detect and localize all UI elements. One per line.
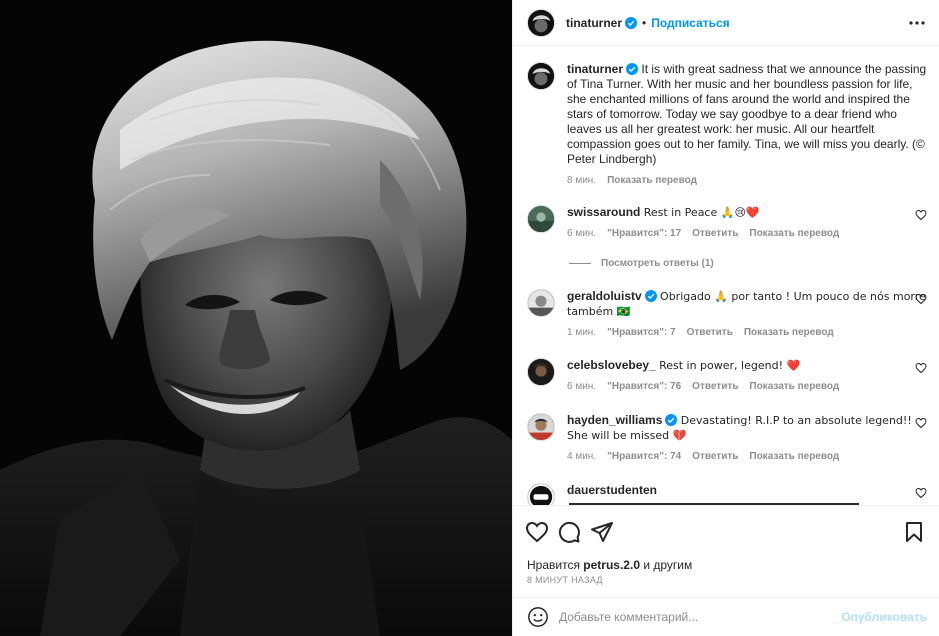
commenter-avatar[interactable] bbox=[527, 205, 555, 233]
comment-body: Rest in power, legend! ❤️ bbox=[659, 359, 801, 372]
commenter-username[interactable]: geraldoluistv bbox=[567, 289, 642, 303]
comment-input[interactable] bbox=[559, 610, 819, 624]
post-header: tinaturner • Подписаться bbox=[513, 0, 939, 46]
translate-link[interactable]: Показать перевод bbox=[744, 327, 834, 338]
comment-likes[interactable]: "Нравится": 7 bbox=[607, 327, 676, 338]
comment-row: celebslovebey_ Rest in power, legend! ❤️… bbox=[527, 358, 927, 392]
comment-likes[interactable]: "Нравится": 17 bbox=[607, 228, 681, 239]
emoji-icon[interactable] bbox=[527, 606, 549, 628]
comment-time[interactable]: 1 мин. bbox=[567, 327, 596, 338]
translate-link[interactable]: Показать перевод bbox=[749, 451, 839, 462]
commenter-username[interactable]: hayden_williams bbox=[567, 413, 662, 427]
post-actions: Нравится petrus.2.0 и другим 8 МИНУТ НАЗ… bbox=[513, 505, 939, 597]
add-comment-bar: Опубликовать bbox=[513, 597, 939, 636]
caption-row: tinaturner It is with great sadness that… bbox=[527, 62, 927, 186]
commenter-username[interactable]: dauerstudenten bbox=[567, 483, 657, 497]
comment-likes[interactable]: "Нравится": 76 bbox=[607, 381, 681, 392]
caption-translate-link[interactable]: Показать перевод bbox=[607, 175, 697, 186]
heart-icon[interactable] bbox=[915, 293, 927, 305]
likes-prefix: Нравится bbox=[527, 558, 580, 572]
heart-icon[interactable] bbox=[915, 209, 927, 221]
caption-username[interactable]: tinaturner bbox=[567, 62, 623, 76]
comment-text: swissaround Rest in Peace 🙏😢❤️ bbox=[567, 205, 927, 220]
heart-icon[interactable] bbox=[915, 417, 927, 429]
heart-icon[interactable] bbox=[525, 520, 549, 544]
verified-icon bbox=[644, 290, 657, 302]
translate-link[interactable]: Показать перевод bbox=[749, 381, 839, 392]
commenter-avatar[interactable] bbox=[527, 483, 555, 505]
bookmark-icon[interactable] bbox=[902, 520, 926, 544]
author-username[interactable]: tinaturner bbox=[566, 16, 622, 30]
more-icon[interactable] bbox=[908, 14, 926, 32]
verified-icon bbox=[665, 414, 678, 426]
reply-button[interactable]: Ответить bbox=[687, 327, 733, 338]
likes-suffix[interactable]: и другим bbox=[643, 558, 692, 572]
verified-icon bbox=[626, 63, 639, 75]
publish-button[interactable]: Опубликовать bbox=[841, 610, 927, 624]
share-icon[interactable] bbox=[590, 520, 614, 544]
likes-user[interactable]: petrus.2.0 bbox=[583, 558, 640, 572]
reply-button[interactable]: Ответить bbox=[692, 381, 738, 392]
comment-time[interactable]: 6 мин. bbox=[567, 381, 596, 392]
reply-button[interactable]: Ответить bbox=[692, 451, 738, 462]
view-replies-label: Посмотреть ответы (1) bbox=[601, 258, 714, 269]
comment-row: dauerstudenten bbox=[527, 483, 927, 505]
comment-time[interactable]: 6 мин. bbox=[567, 228, 596, 239]
comment-icon[interactable] bbox=[557, 520, 581, 544]
comment-meta: 4 мин. "Нравится": 74 Ответить Показать … bbox=[567, 451, 927, 462]
replies-divider bbox=[569, 263, 591, 264]
comment-meta: 6 мин. "Нравится": 76 Ответить Показать … bbox=[567, 381, 927, 392]
comment-meta: 1 мин. "Нравится": 7 Ответить Показать п… bbox=[567, 327, 927, 338]
follow-button[interactable]: Подписаться bbox=[651, 16, 729, 30]
post-time[interactable]: 8 МИНУТ НАЗАД bbox=[527, 575, 603, 585]
commenter-avatar[interactable] bbox=[527, 289, 555, 317]
heart-icon[interactable] bbox=[915, 362, 927, 374]
comment-text: hayden_williams Devastating! R.I.P to an… bbox=[567, 413, 927, 443]
comment-text: geraldoluistv Obrigado 🙏 por tanto ! Um … bbox=[567, 289, 927, 319]
caption-text: tinaturner It is with great sadness that… bbox=[567, 62, 927, 167]
likes-summary[interactable]: Нравится petrus.2.0 и другим bbox=[527, 558, 692, 572]
comment-meta: 6 мин. "Нравится": 17 Ответить Показать … bbox=[567, 228, 927, 239]
comment-text: celebslovebey_ Rest in power, legend! ❤️ bbox=[567, 358, 927, 373]
commenter-username[interactable]: celebslovebey_ bbox=[567, 358, 656, 372]
commenter-avatar[interactable] bbox=[527, 358, 555, 386]
author-avatar[interactable] bbox=[527, 8, 555, 37]
comment-row: hayden_williams Devastating! R.I.P to an… bbox=[527, 413, 927, 462]
verified-icon bbox=[625, 16, 638, 29]
caption-body: It is with great sadness that we announc… bbox=[567, 62, 927, 166]
comment-row: swissaround Rest in Peace 🙏😢❤️ 6 мин. "Н… bbox=[527, 205, 927, 239]
reply-button[interactable]: Ответить bbox=[692, 228, 738, 239]
post-photo bbox=[0, 0, 512, 636]
comment-time[interactable]: 4 мин. bbox=[567, 451, 596, 462]
commenter-username[interactable]: swissaround bbox=[567, 205, 640, 219]
commenter-avatar[interactable] bbox=[527, 413, 555, 441]
portrait-image bbox=[0, 0, 512, 636]
caption-time[interactable]: 8 мин. bbox=[567, 175, 596, 186]
view-replies-button[interactable]: Посмотреть ответы (1) bbox=[569, 258, 714, 269]
separator-dot: • bbox=[642, 15, 647, 30]
translate-link[interactable]: Показать перевод bbox=[749, 228, 839, 239]
post-panel: tinaturner • Подписаться tinaturner It i… bbox=[512, 0, 939, 636]
heart-icon[interactable] bbox=[915, 487, 927, 499]
comments-list[interactable]: tinaturner It is with great sadness that… bbox=[513, 47, 939, 505]
caption-meta: 8 мин. Показать перевод bbox=[567, 175, 927, 186]
comment-likes[interactable]: "Нравится": 74 bbox=[607, 451, 681, 462]
author-avatar[interactable] bbox=[527, 62, 555, 90]
comment-row: geraldoluistv Obrigado 🙏 por tanto ! Um … bbox=[527, 289, 927, 338]
comment-body: Rest in Peace 🙏😢❤️ bbox=[643, 206, 760, 219]
comment-text: dauerstudenten bbox=[567, 483, 927, 498]
